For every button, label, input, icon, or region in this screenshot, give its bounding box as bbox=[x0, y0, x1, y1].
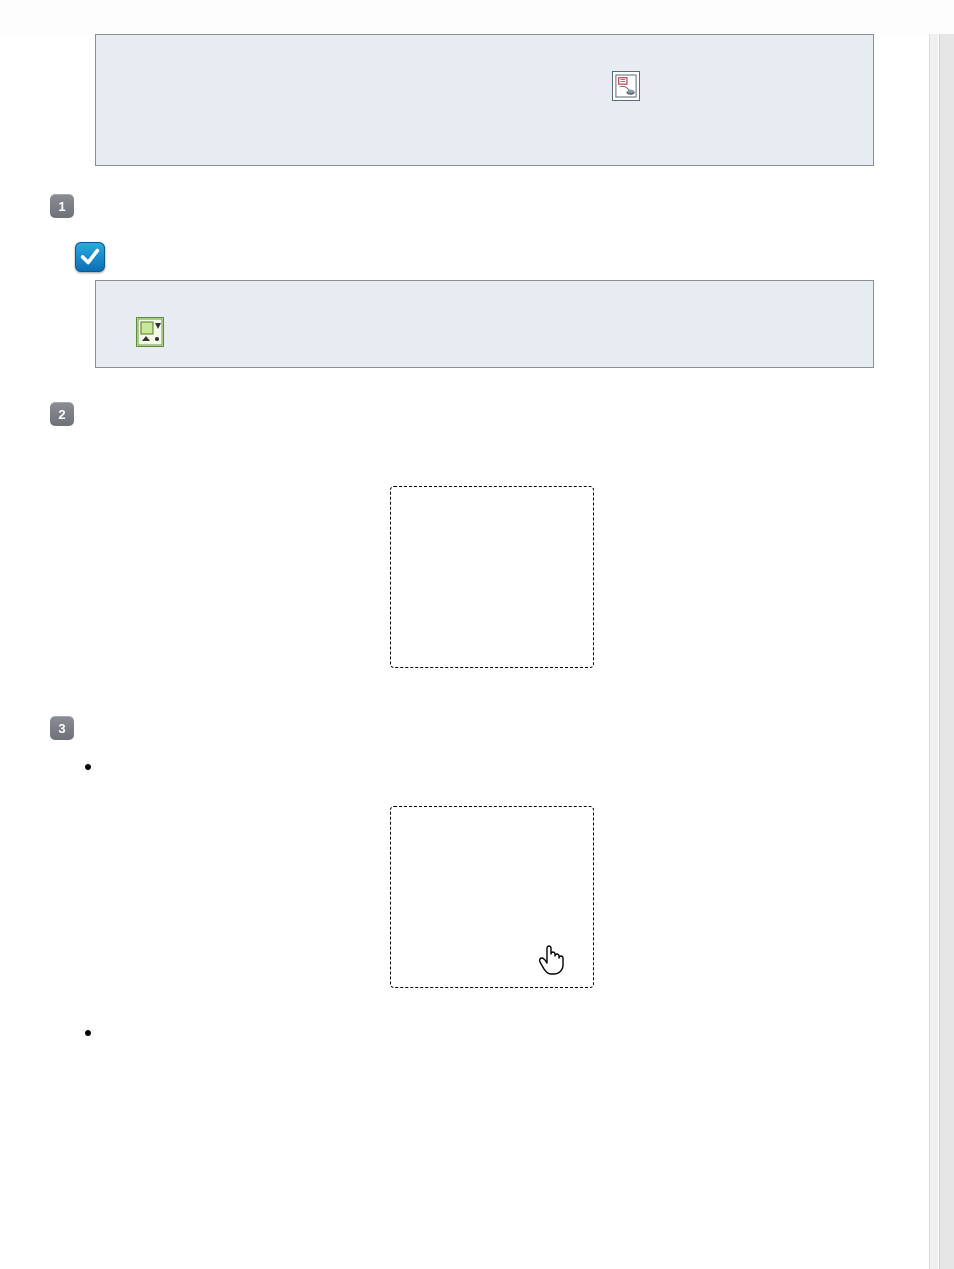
step-badge-1: 1 bbox=[50, 194, 74, 218]
check-icon bbox=[75, 242, 105, 272]
step-3-body bbox=[50, 764, 934, 1036]
list-bullet bbox=[85, 764, 91, 770]
info-box-2 bbox=[95, 280, 874, 368]
page-gutter bbox=[929, 34, 938, 1269]
step-number: 2 bbox=[58, 407, 65, 422]
step-badge-2: 2 bbox=[50, 402, 74, 426]
note-row bbox=[75, 242, 934, 272]
selection-area-2[interactable] bbox=[390, 806, 594, 988]
list-bullet bbox=[85, 1030, 91, 1036]
step-number: 3 bbox=[58, 721, 65, 736]
image-tool-icon bbox=[136, 317, 164, 347]
step-2: 2 bbox=[50, 402, 934, 426]
step-1: 1 bbox=[50, 194, 934, 218]
step-badge-3: 3 bbox=[50, 716, 74, 740]
hand-cursor-icon bbox=[537, 945, 565, 975]
info-box-1 bbox=[95, 34, 874, 166]
scrollbar-track[interactable] bbox=[939, 34, 954, 1269]
scanner-icon bbox=[612, 71, 640, 101]
step-3: 3 bbox=[50, 716, 934, 740]
step-number: 1 bbox=[58, 199, 65, 214]
document-page: 1 2 3 bbox=[0, 34, 954, 1269]
selection-area-1[interactable] bbox=[390, 486, 594, 668]
